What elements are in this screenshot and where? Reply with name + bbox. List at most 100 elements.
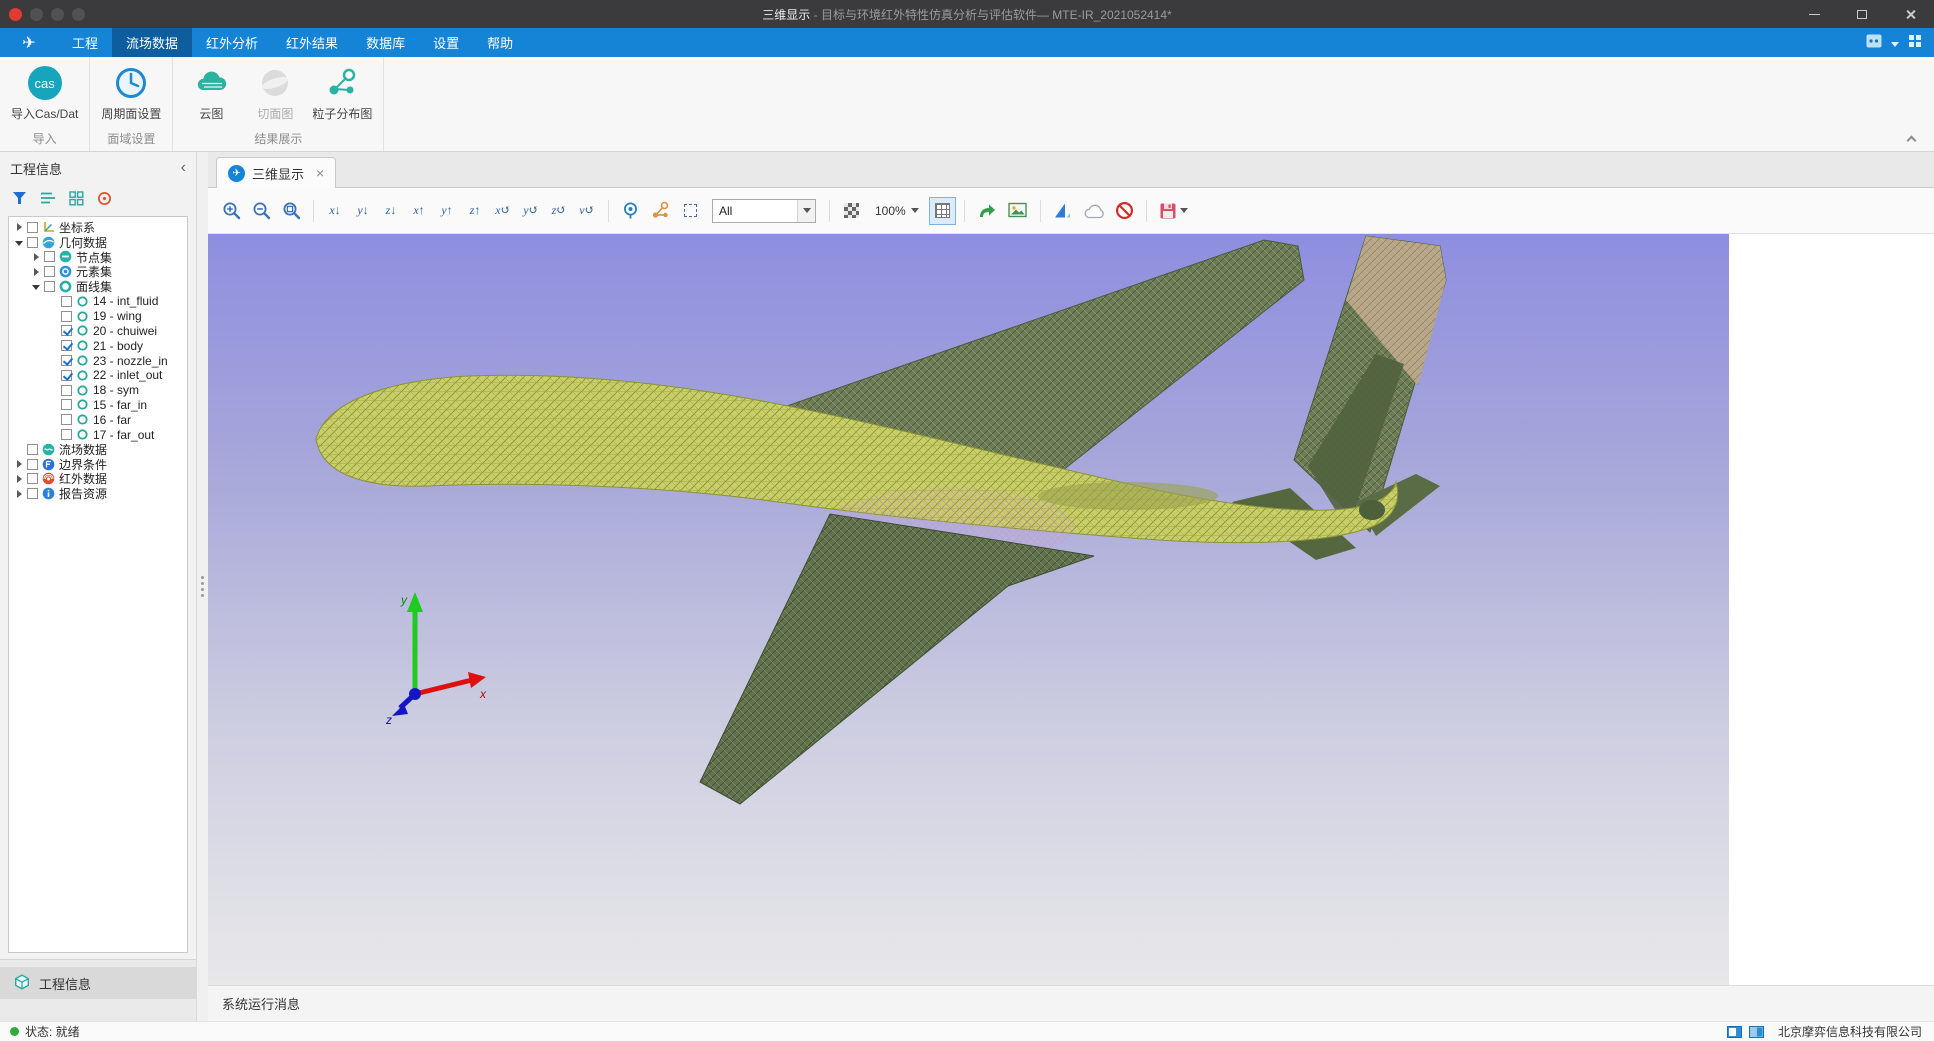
- tree-item-face-19[interactable]: 19 - wing: [9, 309, 187, 324]
- expander-collapsed-icon[interactable]: [30, 266, 42, 278]
- ribbon-button-particle-distribution[interactable]: 粒子分布图: [307, 64, 377, 122]
- tree-checkbox[interactable]: [61, 399, 72, 410]
- probe-location-button[interactable]: [617, 197, 644, 225]
- tree-item-face-22[interactable]: 22 - inlet_out: [9, 368, 187, 383]
- render-canvas[interactable]: y x z: [208, 234, 1729, 985]
- toolbar-view-x-neg-button[interactable]: x↓: [322, 197, 348, 225]
- dock-tab-project-info[interactable]: 工程信息: [0, 967, 196, 999]
- toolbar-view-x-pos-button[interactable]: x↑: [406, 197, 432, 225]
- zoom-in-button[interactable]: [218, 197, 245, 225]
- tree-item-face-18[interactable]: 18 - sym: [9, 383, 187, 398]
- cancel-render-button[interactable]: [1111, 197, 1138, 225]
- panel-splitter[interactable]: [197, 152, 208, 1021]
- menu-tab-database[interactable]: 数据库: [352, 28, 419, 57]
- tree-checkbox[interactable]: [44, 266, 55, 277]
- tree-checkbox[interactable]: [61, 325, 72, 336]
- expander-collapsed-icon[interactable]: [13, 473, 25, 485]
- tree-checkbox[interactable]: [27, 488, 38, 499]
- tree-checkbox[interactable]: [61, 311, 72, 322]
- toolbar-view-y-neg-button[interactable]: y↓: [350, 197, 376, 225]
- menu-tab-ir-results[interactable]: 红外结果: [272, 28, 352, 57]
- style-switch-icon[interactable]: [1866, 34, 1882, 51]
- texture-pattern-button[interactable]: [838, 197, 865, 225]
- titlebar-red-dot-icon[interactable]: [9, 8, 22, 21]
- list-view-icon[interactable]: [40, 191, 56, 205]
- filter-funnel-icon[interactable]: [12, 191, 27, 205]
- expander-collapsed-icon[interactable]: [30, 251, 42, 263]
- titlebar-dot-icon-3[interactable]: [72, 8, 85, 21]
- tree-checkbox[interactable]: [44, 281, 55, 292]
- tree-checkbox[interactable]: [27, 459, 38, 470]
- tree-checkbox[interactable]: [61, 429, 72, 440]
- layout-grid-icon[interactable]: [1908, 34, 1922, 51]
- ribbon-button-import-cas-dat[interactable]: cas导入Cas/Dat: [6, 64, 83, 122]
- tree-checkbox[interactable]: [61, 370, 72, 381]
- titlebar-dot-icon-1[interactable]: [30, 8, 43, 21]
- cloud-display-button[interactable]: [1079, 197, 1108, 225]
- tree-item-face-16[interactable]: 16 - far: [9, 412, 187, 427]
- expander-collapsed-icon[interactable]: [13, 221, 25, 233]
- menu-tab-flow-data[interactable]: 流场数据: [112, 28, 192, 57]
- menu-tab-project[interactable]: 工程: [58, 28, 112, 57]
- tree-item-geometry-data[interactable]: 几何数据: [9, 235, 187, 250]
- expander-expanded-icon[interactable]: [30, 281, 42, 293]
- ribbon-button-contour-map[interactable]: 云图: [179, 64, 243, 122]
- toolbar-rotate-free-button[interactable]: v↺: [574, 197, 600, 225]
- toolbar-view-z-neg-button[interactable]: z↓: [378, 197, 404, 225]
- tree-item-element-set[interactable]: 元素集: [9, 264, 187, 279]
- save-image-button[interactable]: [1155, 197, 1192, 225]
- toolbar-view-y-pos-button[interactable]: y↑: [434, 197, 460, 225]
- tree-item-coord-system[interactable]: 坐标系: [9, 220, 187, 235]
- panel-layout-icon-1[interactable]: [1727, 1026, 1742, 1038]
- tree-item-flow-data[interactable]: 流场数据: [9, 442, 187, 457]
- menu-tab-help[interactable]: 帮助: [473, 28, 527, 57]
- tree-checkbox[interactable]: [61, 340, 72, 351]
- panel-collapse-button[interactable]: ‹: [181, 160, 186, 176]
- tree-item-face-17[interactable]: 17 - far_out: [9, 427, 187, 442]
- tree-checkbox[interactable]: [61, 296, 72, 307]
- share-export-button[interactable]: [973, 197, 1001, 225]
- tree-item-node-set[interactable]: 节点集: [9, 250, 187, 265]
- tree-item-face-21[interactable]: 21 - body: [9, 338, 187, 353]
- titlebar-dot-icon-2[interactable]: [51, 8, 64, 21]
- close-button[interactable]: [1886, 0, 1934, 28]
- tree-item-face-23[interactable]: 23 - nozzle_in: [9, 353, 187, 368]
- mesh-grid-toggle[interactable]: [929, 197, 956, 225]
- ribbon-collapse-button[interactable]: [1902, 131, 1920, 145]
- target-locate-icon[interactable]: [97, 191, 112, 206]
- tree-item-face-15[interactable]: 15 - far_in: [9, 398, 187, 413]
- tree-checkbox[interactable]: [27, 237, 38, 248]
- menu-tab-ir-analysis[interactable]: 红外分析: [192, 28, 272, 57]
- grid-view-icon[interactable]: [69, 191, 84, 206]
- zoom-fit-button[interactable]: [278, 197, 305, 225]
- tab-close-icon[interactable]: ×: [316, 166, 324, 180]
- zoom-out-button[interactable]: [248, 197, 275, 225]
- ribbon-button-slice-map[interactable]: 切面图: [243, 64, 307, 122]
- toolbar-view-z-pos-button[interactable]: z↑: [462, 197, 488, 225]
- tree-item-face-set[interactable]: 面线集: [9, 279, 187, 294]
- tree-checkbox[interactable]: [61, 355, 72, 366]
- tree-item-boundary-conditions[interactable]: 边界条件: [9, 457, 187, 472]
- tab-3d-display[interactable]: ✈ 三维显示 ×: [216, 157, 336, 188]
- combo-dropdown-button[interactable]: [797, 200, 815, 222]
- tree-checkbox[interactable]: [27, 473, 38, 484]
- expander-collapsed-icon[interactable]: [13, 458, 25, 470]
- tree-checkbox[interactable]: [27, 222, 38, 233]
- box-select-button[interactable]: [677, 197, 704, 225]
- ribbon-button-periodic-face-settings[interactable]: 周期面设置: [96, 64, 166, 122]
- mirror-button[interactable]: [1049, 197, 1076, 225]
- tree-item-infrared-data[interactable]: 红外数据: [9, 472, 187, 487]
- tree-item-report-resources[interactable]: 报告资源: [9, 486, 187, 501]
- dropdown-caret-icon[interactable]: [1891, 35, 1899, 50]
- toolbar-rotate-x-button[interactable]: x↺: [490, 197, 516, 225]
- minimize-button[interactable]: [1790, 0, 1838, 28]
- tree-checkbox[interactable]: [61, 414, 72, 425]
- zoom-level-dropdown[interactable]: 100%: [868, 198, 926, 224]
- menu-tab-settings[interactable]: 设置: [419, 28, 473, 57]
- panel-layout-icon-2[interactable]: [1749, 1026, 1764, 1038]
- toolbar-rotate-z-button[interactable]: z↺: [546, 197, 572, 225]
- tree-item-face-14[interactable]: 14 - int_fluid: [9, 294, 187, 309]
- particles-display-button[interactable]: [647, 197, 674, 225]
- maximize-button[interactable]: [1838, 0, 1886, 28]
- tree-checkbox[interactable]: [44, 251, 55, 262]
